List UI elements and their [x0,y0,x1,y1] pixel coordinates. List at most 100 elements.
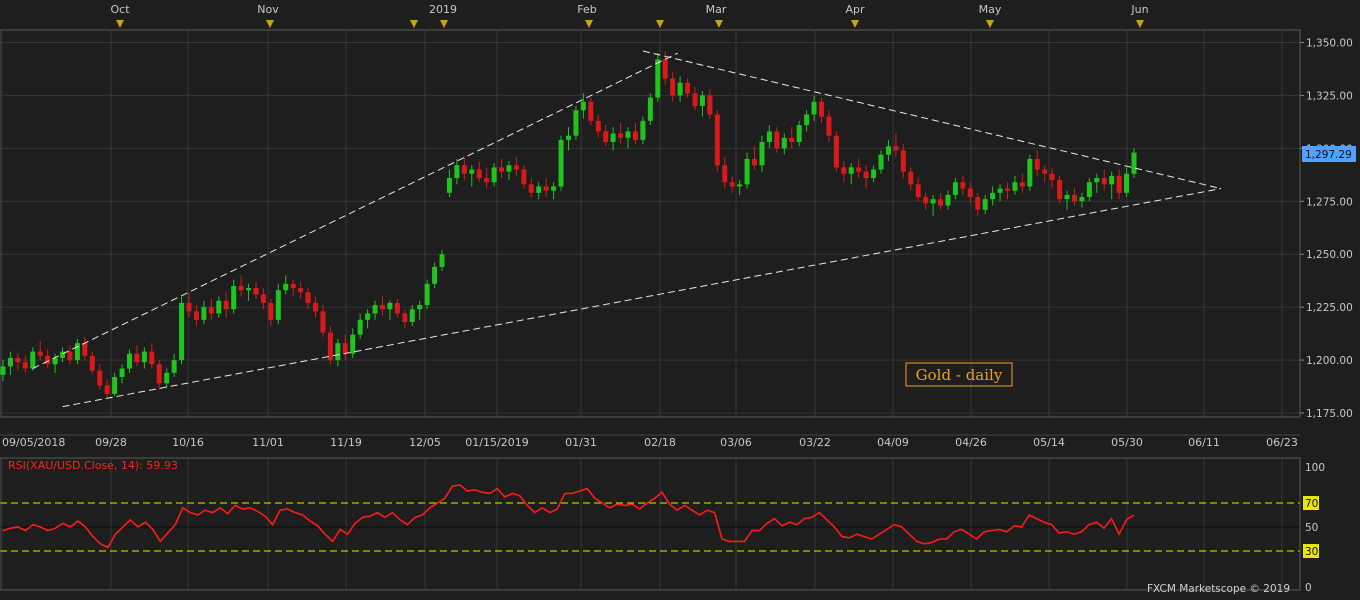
candle-body [1079,197,1085,202]
candle-body [856,167,862,172]
candle-body [327,332,333,361]
rsi-tick-label: 0 [1305,582,1312,594]
candle-body [461,165,467,174]
chart-svg: Oct Nov 2019 Feb Mar Apr May Jun 09/05/2018 09/2… [0,0,1360,596]
candle-body [417,305,423,310]
candle-body [863,171,869,178]
candle-body [952,182,958,195]
candle-body [350,334,356,354]
candle-body [179,302,185,361]
candle-body [394,302,400,314]
candle-body [558,139,564,187]
candle-body [89,355,95,371]
candle-body [521,169,527,185]
candle-body [313,302,319,312]
candle-body [781,137,787,149]
date-label: 04/26 [955,436,987,449]
candle-body [305,292,311,303]
candle-body [766,131,772,143]
candle-body [729,182,735,187]
candle-body [982,199,988,210]
price-tick-label: 1,275.00 [1306,196,1353,208]
candle-body [551,186,557,191]
candle-body [1042,169,1048,174]
candle-body [193,311,199,320]
date-label: 09/05/2018 [2,436,65,449]
current-price-label: 1,297.29 [1305,149,1352,161]
candle [1027,154,1033,191]
candle-body [30,351,36,369]
candle [655,53,661,102]
candle-body [402,313,408,322]
candle-body [275,290,281,320]
candle-body [513,165,519,170]
candle-body [231,285,237,310]
candle-body [543,186,549,191]
candle-body [357,319,363,335]
date-label: 10/16 [172,436,204,449]
price-tick-label: 1,175.00 [1306,408,1353,420]
candle-body [171,360,177,373]
month-header-band [0,0,1360,30]
candle-body [238,285,244,291]
candle-body [409,309,415,322]
candle-body [632,131,638,140]
candle-body [223,300,229,310]
candle-body [759,142,765,166]
candle-body [22,362,28,369]
candle-body [915,184,921,198]
candle-body [990,192,996,200]
candle-body [469,169,475,174]
candle-body [1027,158,1033,187]
candle-body [208,307,214,314]
date-label: 06/11 [1188,436,1220,449]
candle-body [670,78,676,96]
candle-body [1101,177,1107,185]
candle-body [1109,175,1115,185]
candle-body [848,167,854,174]
chart-root: Oct Nov 2019 Feb Mar Apr May Jun 09/05/2018 09/2… [0,0,1360,596]
candle-body [15,357,21,363]
date-label: 01/31 [565,436,597,449]
month-label: Nov [257,3,279,16]
month-axis: Oct Nov 2019 Feb Mar Apr May Jun [0,0,1360,30]
candle [714,110,720,172]
candle [833,131,839,172]
candle-body [640,120,646,140]
date-label: 11/19 [330,436,362,449]
candle-body [424,283,430,306]
candle-body [1094,177,1100,183]
candle-body [82,343,88,356]
candle-body [722,165,728,183]
candle-body [119,368,125,378]
candle-body [104,385,110,394]
candle-body [149,351,155,365]
price-tick-label: 1,225.00 [1306,302,1353,314]
candle-body [164,372,170,384]
candle-body [699,95,705,107]
candle-body [298,288,304,293]
date-label: 03/22 [799,436,831,449]
date-label: 09/28 [95,436,127,449]
candle-body [975,197,981,210]
candle-body [997,188,1003,193]
candle-body [201,307,207,320]
candle-body [246,288,252,291]
candle-body [1116,175,1122,193]
candle [179,296,185,365]
date-label: 06/23 [1266,436,1298,449]
candle-body [811,101,817,115]
candle-body [893,146,899,151]
candle [558,135,564,191]
date-label: 03/06 [720,436,752,449]
candle-body [1049,173,1055,181]
candle-body [685,82,691,94]
rsi-tick-label: 100 [1305,462,1325,474]
price-tick-label: 1,350.00 [1306,38,1353,50]
candle-body [45,355,51,365]
candle-body [387,302,393,310]
candle-body [1012,182,1018,191]
candle-body [484,177,490,183]
date-label: 04/09 [877,436,909,449]
date-label: 01/15/2019 [465,436,528,449]
